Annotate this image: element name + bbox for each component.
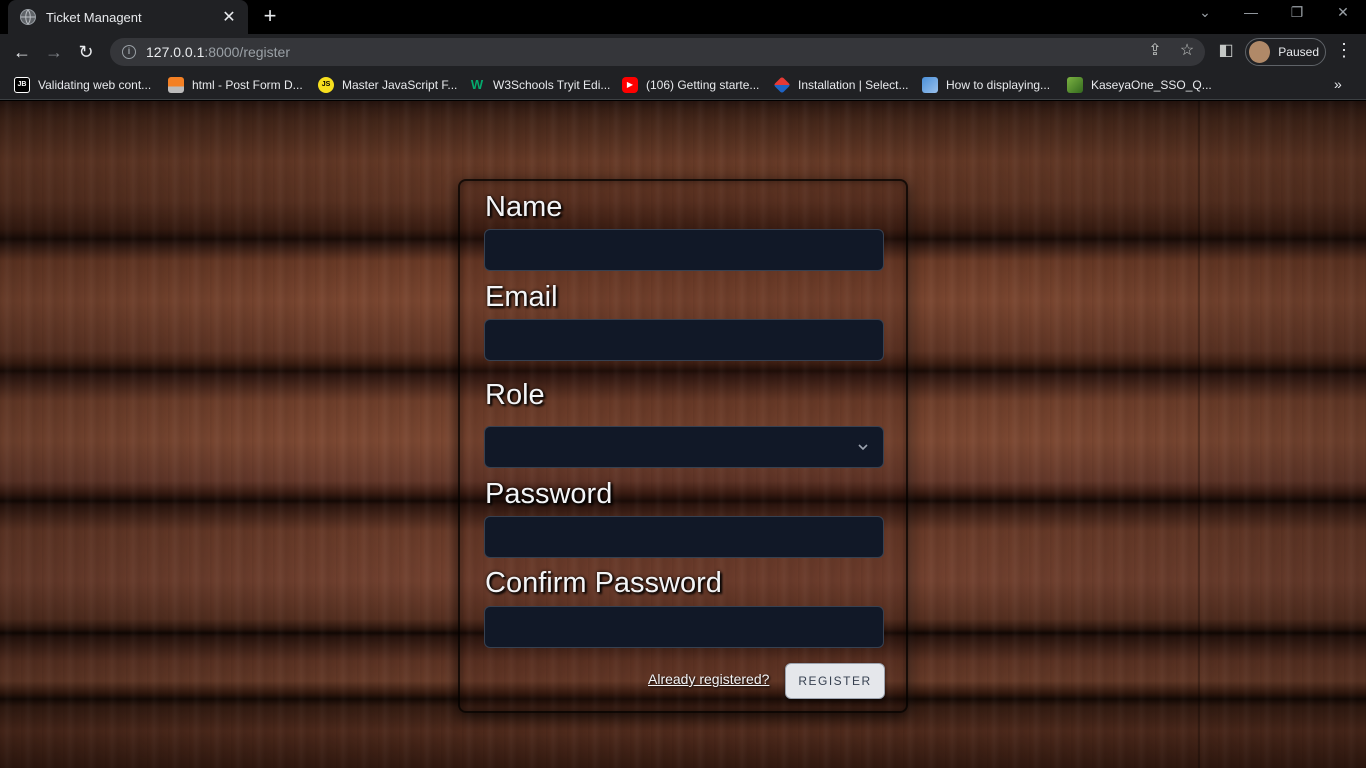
bookmark-label: KaseyaOne_SSO_Q...	[1091, 78, 1212, 92]
url-host: 127.0.0.1	[146, 44, 205, 60]
bookmark-label: html - Post Form D...	[192, 78, 303, 92]
already-registered-link[interactable]: Already registered?	[648, 671, 769, 687]
jb-icon: JB	[14, 77, 30, 93]
stackoverflow-icon	[168, 77, 184, 93]
browser-menu-icon[interactable]: ⋮	[1334, 40, 1354, 61]
site-info-icon[interactable]: i	[122, 45, 136, 59]
password-input[interactable]	[484, 516, 884, 558]
chevron-down-icon	[858, 444, 868, 451]
address-bar[interactable]: i 127.0.0.1:8000/register	[110, 38, 1205, 66]
email-input[interactable]	[484, 319, 884, 361]
profile-status: Paused	[1278, 45, 1319, 59]
bookmark-label: (106) Getting starte...	[646, 78, 760, 92]
bookmark-item[interactable]: html - Post Form D...	[168, 76, 303, 94]
bookmark-item[interactable]: KaseyaOne_SSO_Q...	[1067, 76, 1212, 94]
restore-icon[interactable]: ❐	[1285, 4, 1309, 21]
js-icon: JS	[318, 77, 334, 93]
bookmark-star-icon[interactable]: ☆	[1176, 40, 1198, 60]
bookmark-item[interactable]: JB Validating web cont...	[14, 76, 151, 94]
bookmarks-more-icon[interactable]: »	[1334, 76, 1342, 92]
page-background: Name Email Role Password Confirm Passwor…	[0, 101, 1366, 768]
browser-tab-strip: Ticket Managent ✕ + ⌄ — ❐ ✕	[0, 0, 1366, 34]
new-tab-button[interactable]: +	[258, 5, 282, 29]
profile-button[interactable]: Paused	[1245, 38, 1326, 66]
register-form: Name Email Role Password Confirm Passwor…	[458, 179, 908, 713]
confirm-password-input[interactable]	[484, 606, 884, 648]
share-icon[interactable]: ⇪	[1144, 40, 1166, 60]
role-label: Role	[485, 379, 545, 411]
browser-tab[interactable]: Ticket Managent ✕	[8, 0, 248, 34]
side-panel-icon[interactable]: ◧	[1215, 40, 1237, 60]
youtube-icon: ▶	[622, 77, 638, 93]
browser-toolbar: ← → ↻ i 127.0.0.1:8000/register ⇪ ☆ ◧ Pa…	[0, 34, 1366, 70]
w3schools-icon: W	[470, 77, 484, 92]
bookmark-label: How to displaying...	[946, 78, 1051, 92]
window-close-icon[interactable]: ✕	[1331, 4, 1355, 21]
password-label: Password	[485, 478, 613, 510]
forward-icon[interactable]: →	[42, 40, 66, 64]
bookmark-item[interactable]: W W3Schools Tryit Edi...	[469, 76, 611, 94]
tab-close-icon[interactable]: ✕	[220, 7, 238, 27]
name-input[interactable]	[484, 229, 884, 271]
minimize-icon[interactable]: —	[1239, 4, 1263, 20]
bookmark-label: Validating web cont...	[38, 78, 152, 92]
kaseya-icon	[1067, 77, 1083, 93]
bookmarks-bar: JB Validating web cont... html - Post Fo…	[0, 70, 1366, 100]
bookmark-label: Installation | Select...	[798, 78, 909, 92]
confirm-password-label: Confirm Password	[485, 567, 722, 599]
bookmark-item[interactable]: ▶ (106) Getting starte...	[622, 76, 759, 94]
tab-search-icon[interactable]: ⌄	[1193, 4, 1217, 21]
name-label: Name	[485, 191, 563, 223]
globe-icon	[20, 9, 36, 25]
wood-seam	[1198, 101, 1200, 768]
back-icon[interactable]: ←	[10, 40, 34, 64]
bookmark-item[interactable]: JS Master JavaScript F...	[318, 76, 457, 94]
email-label: Email	[485, 281, 558, 313]
bookmark-item[interactable]: How to displaying...	[922, 76, 1050, 94]
bookmark-label: W3Schools Tryit Edi...	[493, 78, 611, 92]
bookmark-label: Master JavaScript F...	[342, 78, 458, 92]
url-path: :8000/register	[204, 44, 290, 60]
role-select[interactable]	[484, 426, 884, 468]
register-button[interactable]: REGISTER	[785, 663, 885, 699]
laracasts-icon	[922, 77, 938, 93]
reload-icon[interactable]: ↻	[74, 40, 98, 64]
tab-title: Ticket Managent	[46, 9, 142, 25]
bookmark-item[interactable]: Installation | Select...	[773, 76, 909, 94]
select2-icon	[773, 76, 791, 94]
avatar	[1249, 41, 1271, 63]
